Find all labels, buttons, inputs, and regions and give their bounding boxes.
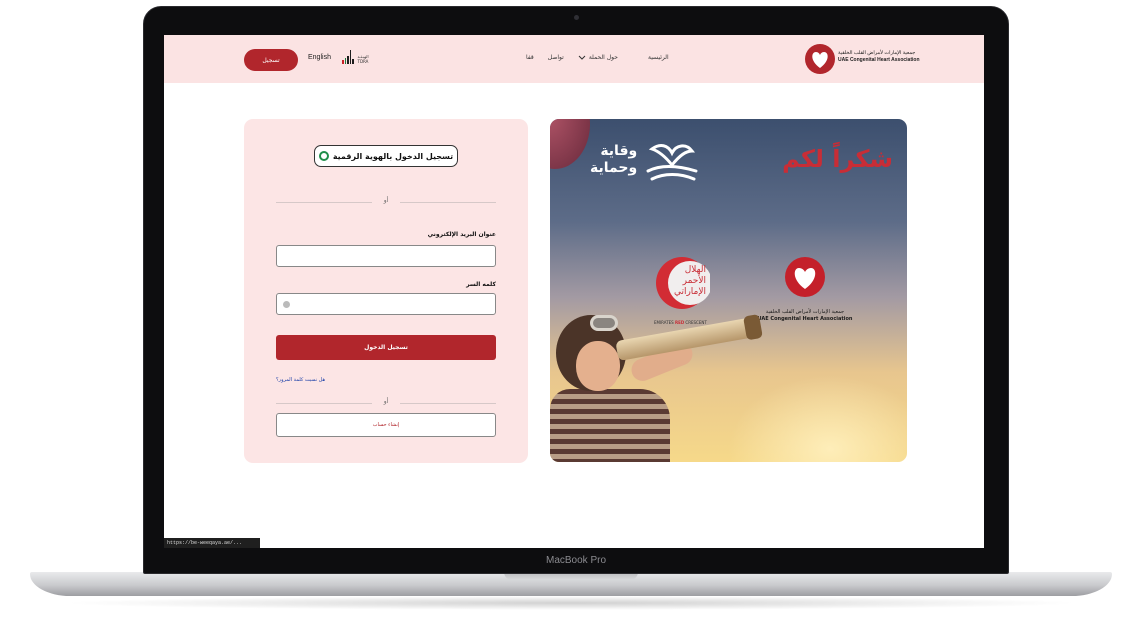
site-header: تسجيل English الهيـئـة TDRA حول الحملة ت… xyxy=(164,35,984,83)
child-figure xyxy=(550,389,670,462)
campaign-logo-text: وقاية وحماية xyxy=(590,143,638,176)
camera-icon xyxy=(574,15,579,20)
campaign-banner-image: شكراً لكم وقاية وحماية الهلال الأحمر الإ… xyxy=(550,119,907,462)
email-label: عنوان البريد الإلكتروني xyxy=(427,231,496,238)
uae-pass-login-button[interactable]: تسجيل الدخول بالهوية الرقمية xyxy=(314,145,458,167)
fingerprint-icon xyxy=(318,151,329,161)
create-account-button[interactable]: إنشاء حساب xyxy=(276,413,496,437)
laptop-base xyxy=(30,572,1112,596)
heart-logo-icon xyxy=(785,257,825,297)
org-logo-text: جمعية الإمارات لأمراض القلب الخلقية UAE … xyxy=(838,50,920,63)
nav-item-home[interactable]: الرئيسية xyxy=(648,54,669,61)
login-submit-button[interactable]: تسجيل الدخول xyxy=(276,335,496,360)
login-card: تسجيل الدخول بالهوية الرقمية أو عنوان ال… xyxy=(244,119,528,463)
laptop-lid: تسجيل English الهيـئـة TDRA حول الحملة ت… xyxy=(143,6,1009,574)
laptop-brand-label: MacBook Pro xyxy=(545,555,607,566)
forgot-password-link[interactable]: هل نسيت كلمة المرور؟ xyxy=(276,377,325,383)
show-password-icon[interactable] xyxy=(283,301,290,308)
child-face xyxy=(576,341,620,391)
nav-item-about-campaign[interactable]: حول الحملة xyxy=(578,54,618,61)
red-crescent-english: EMIRATES RED CRESCENT xyxy=(654,320,707,325)
nav-item-contact[interactable]: تواصل xyxy=(548,54,564,61)
balloon-shape xyxy=(550,119,590,169)
association-name: جمعية الإمارات لأمراض القلب الخلقية UAE … xyxy=(757,309,853,322)
main-nav: حول الحملة تواصل قفا xyxy=(526,54,618,61)
nav-item-about[interactable]: قفا xyxy=(526,54,534,61)
thanks-heading: شكراً لكم xyxy=(782,145,893,173)
password-label: كلمه السر xyxy=(466,281,496,288)
chevron-down-icon xyxy=(578,55,586,60)
header-login-button[interactable]: تسجيل xyxy=(244,49,298,71)
tdra-logo-text: الهيـئـة TDRA xyxy=(357,54,369,64)
laptop-shadow xyxy=(60,596,1082,610)
tdra-logo[interactable]: الهيـئـة TDRA xyxy=(342,50,369,64)
or-divider: أو xyxy=(276,197,496,207)
hand-heart-icon xyxy=(646,144,698,181)
status-bar-url: https://be-weeqaya.ae/... xyxy=(164,538,260,548)
heart-logo-icon[interactable] xyxy=(804,43,836,75)
password-field[interactable] xyxy=(276,293,496,315)
tdra-bars-icon xyxy=(342,50,354,64)
or-divider-2: أو xyxy=(276,398,496,408)
email-field[interactable] xyxy=(276,245,496,267)
language-switch-link[interactable]: English xyxy=(308,54,331,61)
browser-viewport: تسجيل English الهيـئـة TDRA حول الحملة ت… xyxy=(164,35,984,548)
sun-glow xyxy=(720,369,907,462)
red-crescent-arabic: الهلال الأحمر الإماراتي xyxy=(673,265,706,297)
goggles-icon xyxy=(590,315,618,331)
